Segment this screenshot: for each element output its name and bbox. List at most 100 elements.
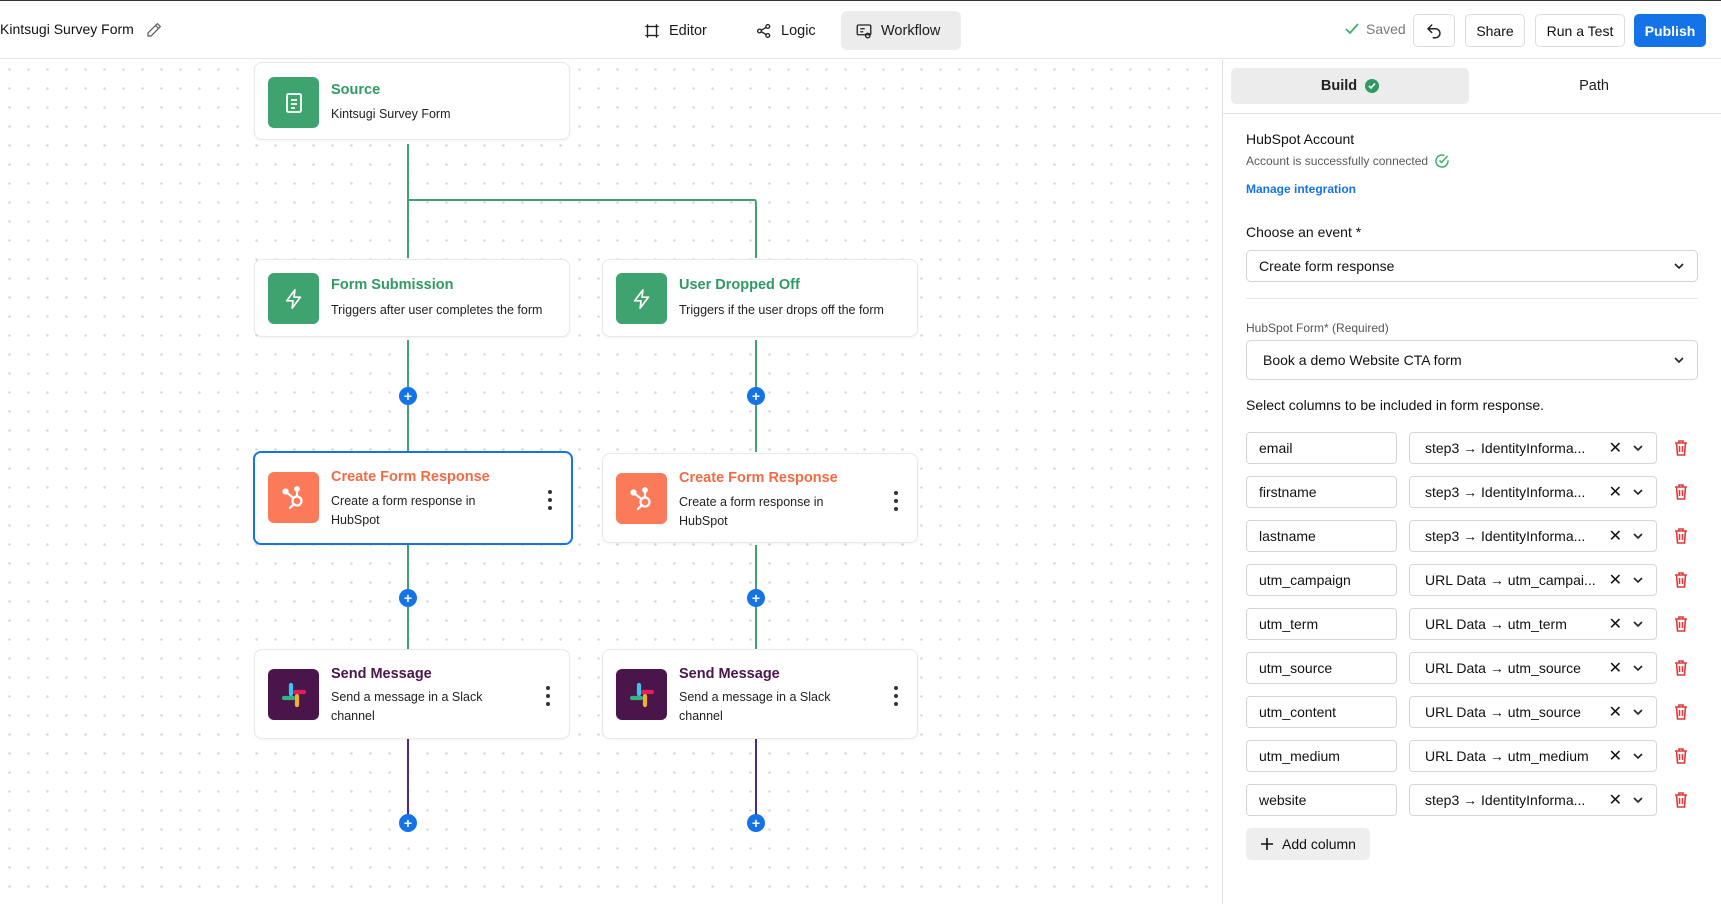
chevron-down-icon[interactable] <box>1632 530 1644 542</box>
column-mapping-value: step3 → IdentityInforma... <box>1425 792 1586 808</box>
chevron-down-icon[interactable] <box>1632 574 1644 586</box>
column-field-input[interactable]: utm_source <box>1246 652 1397 684</box>
trigger-node-user-dropped-off[interactable]: User Dropped Off Triggers if the user dr… <box>602 259 918 337</box>
column-mapping-select[interactable]: step3 → IdentityInforma... ✕ <box>1409 476 1657 508</box>
trigger-description: Triggers if the user drops off the form <box>679 303 884 317</box>
slack-action-title: Send Message <box>331 666 432 682</box>
hubspot-node-create-form-response[interactable]: Create Form Response Create a form respo… <box>602 453 918 543</box>
column-mapping-select[interactable]: URL Data → utm_source ✕ <box>1409 652 1657 684</box>
clear-icon[interactable]: ✕ <box>1609 526 1622 546</box>
event-select[interactable]: Create form response <box>1246 250 1698 282</box>
column-field-input[interactable]: email <box>1246 432 1397 464</box>
clear-icon[interactable]: ✕ <box>1609 702 1622 722</box>
column-mapping-select[interactable]: step3 → IdentityInforma... ✕ <box>1409 432 1657 464</box>
slack-icon <box>616 669 667 720</box>
hubspot-node-create-form-response[interactable]: Create Form Response Create a form respo… <box>253 451 573 545</box>
column-field-input[interactable]: website <box>1246 784 1397 816</box>
tab-path[interactable]: Path <box>1475 68 1713 104</box>
tab-build[interactable]: Build <box>1231 68 1469 104</box>
trash-icon[interactable] <box>1673 615 1689 633</box>
slack-action-title: Send Message <box>679 666 780 682</box>
slack-node-send-message[interactable]: Send Message Send a message in a Slack c… <box>602 649 918 739</box>
column-mapping-value: URL Data → utm_term <box>1425 616 1567 632</box>
clear-icon[interactable]: ✕ <box>1609 790 1622 810</box>
hubspot-action-description: Create a form response in HubSpot <box>331 494 476 527</box>
form-label-text: HubSpot Form* (Required) <box>1246 321 1389 335</box>
form-title[interactable]: Kintsugi Survey Form <box>0 21 134 37</box>
run-test-button[interactable]: Run a Test <box>1535 14 1625 47</box>
more-options-icon[interactable] <box>893 686 899 706</box>
undo-button[interactable] <box>1413 14 1455 47</box>
column-mapping-value: step3 → IdentityInforma... <box>1425 484 1586 500</box>
hubspot-icon <box>268 472 319 523</box>
hubspot-form-value: Book a demo Website CTA form <box>1263 352 1462 368</box>
clear-icon[interactable]: ✕ <box>1609 438 1622 458</box>
add-column-button[interactable]: Add column <box>1246 828 1370 860</box>
source-node[interactable]: Source Kintsugi Survey Form <box>254 62 570 140</box>
add-step-button[interactable]: + <box>747 387 765 405</box>
clear-icon[interactable]: ✕ <box>1609 614 1622 634</box>
share-button[interactable]: Share <box>1465 14 1525 47</box>
tab-logic[interactable]: Logic <box>741 11 830 50</box>
column-field-input[interactable]: firstname <box>1246 476 1397 508</box>
trash-icon[interactable] <box>1673 571 1689 589</box>
chevron-down-icon[interactable] <box>1632 662 1644 674</box>
column-mapping-select[interactable]: URL Data → utm_medium ✕ <box>1409 740 1657 772</box>
form-icon <box>268 77 319 128</box>
frame-icon <box>645 23 659 38</box>
column-mapping-select[interactable]: URL Data → utm_source ✕ <box>1409 696 1657 728</box>
trash-icon[interactable] <box>1673 439 1689 457</box>
column-mapping-select[interactable]: step3 → IdentityInforma... ✕ <box>1409 520 1657 552</box>
clear-icon[interactable]: ✕ <box>1609 570 1622 590</box>
trash-icon[interactable] <box>1673 527 1689 545</box>
slack-action-description: Send a message in a Slack channel <box>331 690 483 723</box>
trash-icon[interactable] <box>1673 791 1689 809</box>
chevron-down-icon[interactable] <box>1632 706 1644 718</box>
more-options-icon[interactable] <box>893 491 899 511</box>
column-mapping-select[interactable]: URL Data → utm_term ✕ <box>1409 608 1657 640</box>
more-options-icon[interactable] <box>545 686 551 706</box>
tab-editor[interactable]: Editor <box>629 11 721 50</box>
chevron-down-icon[interactable] <box>1632 618 1644 630</box>
chevron-down-icon[interactable] <box>1632 442 1644 454</box>
check-circle-icon <box>1435 154 1449 168</box>
clear-icon[interactable]: ✕ <box>1609 482 1622 502</box>
add-step-button[interactable]: + <box>399 387 417 405</box>
column-mapping-select[interactable]: step3 → IdentityInforma... ✕ <box>1409 784 1657 816</box>
trash-icon[interactable] <box>1673 483 1689 501</box>
hubspot-form-select[interactable]: Book a demo Website CTA form <box>1246 340 1698 380</box>
clear-icon[interactable]: ✕ <box>1609 746 1622 766</box>
column-field-input[interactable]: utm_content <box>1246 696 1397 728</box>
pencil-icon[interactable] <box>145 21 163 39</box>
column-field-input[interactable]: lastname <box>1246 520 1397 552</box>
source-title: Source <box>331 82 381 98</box>
chevron-down-icon[interactable] <box>1632 486 1644 498</box>
tab-workflow[interactable]: Workflow <box>841 11 961 50</box>
saved-status: Saved <box>1344 21 1406 37</box>
add-step-button[interactable]: + <box>399 589 417 607</box>
hubspot-action-title: Create Form Response <box>331 469 490 485</box>
column-field-input[interactable]: utm_term <box>1246 608 1397 640</box>
chevron-down-icon[interactable] <box>1632 794 1644 806</box>
more-options-icon[interactable] <box>547 490 553 510</box>
add-step-button[interactable]: + <box>747 814 765 832</box>
column-field-input[interactable]: utm_medium <box>1246 740 1397 772</box>
trigger-node-form-submission[interactable]: Form Submission Triggers after user comp… <box>254 259 570 337</box>
chevron-down-icon <box>1674 357 1684 364</box>
add-step-button[interactable]: + <box>747 589 765 607</box>
columns-label: Select columns to be included in form re… <box>1246 397 1545 413</box>
manage-integration-link[interactable]: Manage integration <box>1246 182 1356 196</box>
chevron-down-icon[interactable] <box>1632 750 1644 762</box>
saved-label: Saved <box>1366 21 1406 37</box>
trash-icon[interactable] <box>1673 703 1689 721</box>
column-mapping-select[interactable]: URL Data → utm_campai... ✕ <box>1409 564 1657 596</box>
trash-icon[interactable] <box>1673 659 1689 677</box>
check-icon <box>1345 23 1359 35</box>
publish-button[interactable]: Publish <box>1634 14 1706 47</box>
add-step-button[interactable]: + <box>399 814 417 832</box>
divider <box>1246 298 1698 299</box>
slack-node-send-message[interactable]: Send Message Send a message in a Slack c… <box>254 649 570 739</box>
trash-icon[interactable] <box>1673 747 1689 765</box>
clear-icon[interactable]: ✕ <box>1609 658 1622 678</box>
column-field-input[interactable]: utm_campaign <box>1246 564 1397 596</box>
